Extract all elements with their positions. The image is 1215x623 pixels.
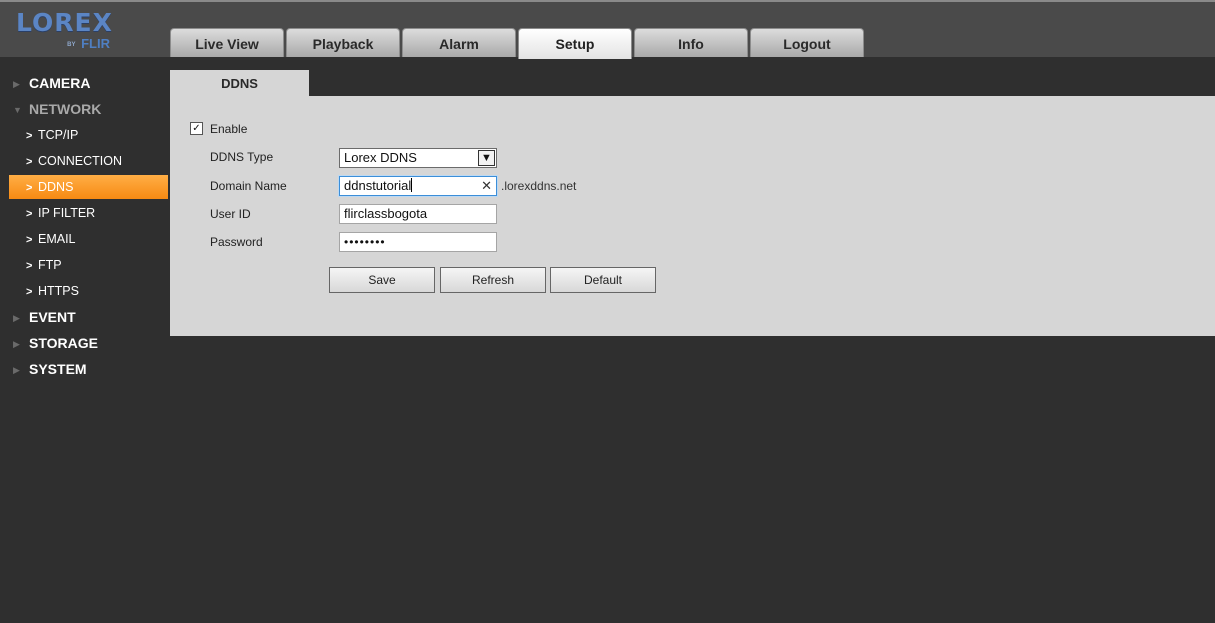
password-label: Password xyxy=(210,235,263,249)
brand-sub-prefix: BY xyxy=(67,41,76,48)
sidebar-item-label: EMAIL xyxy=(38,232,76,246)
triangle-right-icon: ▶ xyxy=(13,339,20,350)
user-id-value: flirclassbogota xyxy=(344,206,428,221)
domain-name-input[interactable]: ddnstutorial ✕ xyxy=(339,176,497,196)
sidebar-item-label: IP FILTER xyxy=(38,206,96,220)
user-id-input[interactable]: flirclassbogota xyxy=(339,204,497,224)
top-bar: LOREX BY FLIR Live View Playback Alarm S… xyxy=(0,0,1215,59)
brand-sub: BY FLIR xyxy=(16,37,116,52)
tab-alarm[interactable]: Alarm xyxy=(402,28,516,57)
domain-suffix: .lorexddns.net xyxy=(501,179,577,193)
sidebar: ▶ CAMERA ▼ NETWORK > TCP/IP > CONNECTION > DD… xyxy=(0,70,170,382)
user-id-label: User ID xyxy=(210,207,251,221)
chevron-right-icon: > xyxy=(26,208,33,220)
sidebar-item-tcpip[interactable]: > TCP/IP xyxy=(0,122,170,148)
sidebar-category-label: SYSTEM xyxy=(29,361,87,377)
tab-info[interactable]: Info xyxy=(634,28,748,57)
password-input[interactable]: •••••••• xyxy=(339,232,497,252)
save-button[interactable]: Save xyxy=(329,267,435,293)
triangle-right-icon: ▶ xyxy=(13,79,20,90)
sidebar-item-email[interactable]: > EMAIL xyxy=(0,226,170,252)
chevron-right-icon: > xyxy=(26,130,33,142)
tab-live-view[interactable]: Live View xyxy=(170,28,284,57)
sidebar-item-label: FTP xyxy=(38,258,62,272)
checkmark-icon: ✓ xyxy=(192,123,201,134)
sidebar-category-camera[interactable]: ▶ CAMERA xyxy=(0,70,170,96)
tab-setup[interactable]: Setup xyxy=(518,28,632,59)
chevron-right-icon: > xyxy=(26,156,33,168)
ddns-settings-panel: ✓ Enable DDNS Type Lorex DDNS ▼ Domain N… xyxy=(170,96,1215,336)
tab-playback[interactable]: Playback xyxy=(286,28,400,57)
ddns-type-select[interactable]: Lorex DDNS ▼ xyxy=(339,148,497,168)
domain-name-label: Domain Name xyxy=(210,179,287,193)
enable-label: Enable xyxy=(210,122,248,136)
chevron-right-icon: > xyxy=(26,286,33,298)
chevron-right-icon: > xyxy=(26,234,33,246)
ddns-type-label: DDNS Type xyxy=(210,150,274,164)
sidebar-item-label: HTTPS xyxy=(38,284,79,298)
main-tabs: Live View Playback Alarm Setup Info Logo… xyxy=(170,28,866,59)
triangle-down-icon: ▼ xyxy=(13,105,22,116)
sidebar-item-label: TCP/IP xyxy=(38,128,79,142)
sidebar-category-system[interactable]: ▶ SYSTEM xyxy=(0,356,170,382)
chevron-down-icon[interactable]: ▼ xyxy=(478,150,495,166)
clear-icon[interactable]: ✕ xyxy=(481,177,492,195)
lorex-flir-logo: LOREX BY FLIR xyxy=(16,10,116,54)
ddns-type-value: Lorex DDNS xyxy=(344,150,417,165)
default-button[interactable]: Default xyxy=(550,267,656,293)
text-caret xyxy=(411,178,413,192)
sidebar-category-network[interactable]: ▼ NETWORK xyxy=(0,96,170,122)
triangle-right-icon: ▶ xyxy=(13,313,20,324)
sidebar-item-label: DDNS xyxy=(38,180,74,194)
tab-ddns[interactable]: DDNS xyxy=(170,70,309,97)
sidebar-item-ip-filter[interactable]: > IP FILTER xyxy=(0,200,170,226)
sidebar-item-connection[interactable]: > CONNECTION xyxy=(0,148,170,174)
sidebar-category-label: CAMERA xyxy=(29,75,91,91)
sidebar-category-label: NETWORK xyxy=(29,101,102,117)
tab-logout[interactable]: Logout xyxy=(750,28,864,57)
sidebar-item-label: CONNECTION xyxy=(38,154,123,168)
chevron-right-icon: > xyxy=(26,182,33,194)
enable-checkbox[interactable]: ✓ xyxy=(190,122,203,135)
sidebar-item-ddns[interactable]: > DDNS xyxy=(9,175,168,199)
brand-name: LOREX xyxy=(16,8,113,37)
sidebar-category-storage[interactable]: ▶ STORAGE xyxy=(0,330,170,356)
sidebar-category-label: STORAGE xyxy=(29,335,98,351)
sidebar-category-label: EVENT xyxy=(29,309,76,325)
refresh-button[interactable]: Refresh xyxy=(440,267,546,293)
sidebar-category-event[interactable]: ▶ EVENT xyxy=(0,304,170,330)
sidebar-item-https[interactable]: > HTTPS xyxy=(0,278,170,304)
chevron-right-icon: > xyxy=(26,260,33,272)
triangle-right-icon: ▶ xyxy=(13,365,20,376)
sidebar-item-ftp[interactable]: > FTP xyxy=(0,252,170,278)
password-value: •••••••• xyxy=(344,235,386,249)
domain-name-value: ddnstutorial xyxy=(344,178,412,193)
brand-sub-name: FLIR xyxy=(81,36,110,51)
